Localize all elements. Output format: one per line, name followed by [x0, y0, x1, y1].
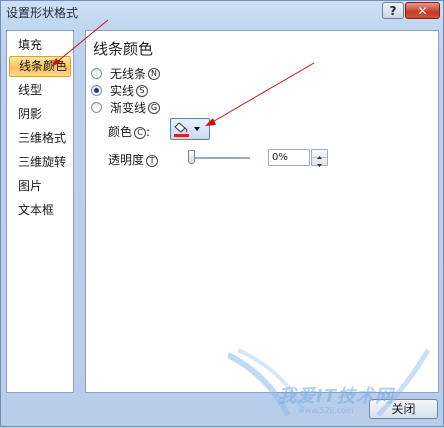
solid-line-option[interactable]: 实线 S — [91, 82, 149, 99]
transparency-slider-thumb[interactable] — [188, 150, 195, 164]
dialog-title: 设置形状格式 — [6, 6, 79, 20]
gradient-line-label: 渐变线 G — [110, 99, 161, 116]
format-shape-dialog: 设置形状格式 ? ✕ 填充 线条颜色 线型 阴影 三维格式 三维旋转 图片 文本… — [0, 0, 444, 427]
category-list: 填充 线条颜色 线型 阴影 三维格式 三维旋转 图片 文本框 — [6, 30, 74, 393]
sidebar-item-fill[interactable]: 填充 — [9, 35, 71, 56]
transparency-label: 透明度 T — [108, 151, 159, 168]
no-line-label: 无线条 N — [110, 65, 161, 82]
chevron-down-icon — [194, 127, 200, 131]
settings-panel: 线条颜色 无线条 N 实线 S 渐变线 G 颜色 C: 透明度 T 0% — [85, 30, 439, 393]
sidebar-item-picture[interactable]: 图片 — [9, 176, 71, 197]
sidebar-item-shadow[interactable]: 阴影 — [9, 104, 71, 125]
radio-no-line[interactable] — [91, 67, 102, 79]
transparency-input[interactable]: 0% — [268, 149, 310, 166]
color-label: 颜色 C: — [108, 125, 151, 139]
sidebar-item-line-color[interactable]: 线条颜色 — [9, 56, 71, 77]
spin-up-button[interactable] — [312, 150, 327, 159]
radio-gradient-line[interactable] — [91, 101, 102, 113]
help-button[interactable]: ? — [382, 2, 404, 19]
no-line-option[interactable]: 无线条 N — [91, 65, 161, 82]
color-picker-button[interactable] — [170, 118, 210, 140]
solid-line-label: 实线 S — [110, 82, 149, 99]
chevron-down-icon — [317, 164, 322, 167]
close-button[interactable]: 关闭 — [369, 399, 438, 419]
transparency-slider[interactable] — [190, 157, 250, 160]
sidebar-item-3d-rotation[interactable]: 三维旋转 — [9, 152, 71, 173]
gradient-line-option[interactable]: 渐变线 G — [91, 99, 161, 116]
line-color-swatch — [174, 134, 189, 137]
title-bar: 设置形状格式 ? ✕ — [1, 1, 443, 23]
panel-title: 线条颜色 — [93, 40, 154, 58]
sidebar-item-3d-format[interactable]: 三维格式 — [9, 128, 71, 149]
spin-down-button[interactable] — [312, 158, 327, 167]
sidebar-item-text-box[interactable]: 文本框 — [9, 200, 71, 221]
sidebar-item-line-style[interactable]: 线型 — [9, 80, 71, 101]
close-window-button[interactable]: ✕ — [405, 2, 440, 19]
paint-bucket-icon — [174, 122, 200, 137]
radio-solid-line[interactable] — [91, 84, 102, 96]
transparency-spinner[interactable] — [311, 149, 328, 167]
